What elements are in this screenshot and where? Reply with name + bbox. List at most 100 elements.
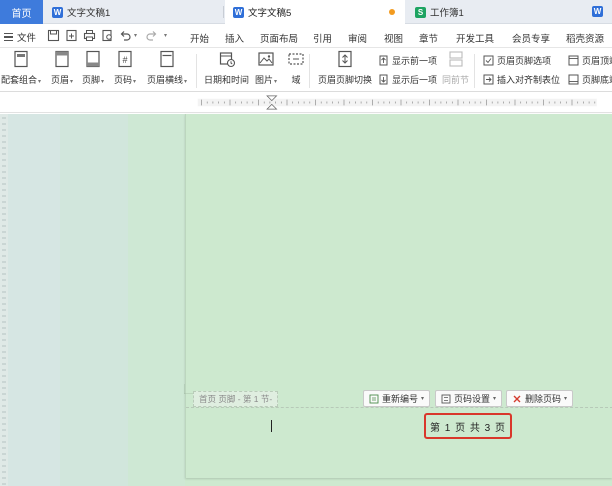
footer-bottom-margin-icon: [568, 74, 579, 85]
menu-member-exclusive[interactable]: 会员专享: [512, 31, 550, 45]
tab-home-label: 首页: [11, 8, 32, 20]
print-preview-icon[interactable]: [101, 29, 114, 42]
footer-section-tag: 首页 页脚 - 第 1 节-: [193, 391, 279, 407]
file-menu-label: 文件: [17, 33, 37, 44]
field-icon: [288, 53, 304, 65]
menu-icon: [4, 33, 13, 41]
unsaved-dot-icon: [389, 9, 395, 15]
menu-docer-resources[interactable]: 稻壳资源: [566, 31, 604, 45]
header-footer-options-button[interactable]: 页眉页脚选项: [483, 54, 551, 67]
writer-icon: W: [592, 6, 603, 17]
picture-button[interactable]: 图片▾: [255, 50, 277, 86]
tab-bar: 首页 W 文字文稿1 W 文字文稿5 S 工作簿1 W: [0, 0, 612, 24]
renumber-label: 重新编号: [382, 394, 419, 404]
customize-toolbar-icon[interactable]: ▾: [164, 32, 177, 45]
delete-page-number-button[interactable]: 删除页码 ▾: [506, 390, 574, 407]
show-previous-icon: [379, 55, 388, 66]
spreadsheet-icon: S: [415, 6, 426, 18]
header-footer-options-icon: [483, 55, 494, 66]
horizontal-ruler[interactable]: [0, 93, 612, 113]
export-pdf-icon[interactable]: [65, 29, 78, 42]
print-icon[interactable]: [83, 29, 96, 42]
header-icon: [55, 50, 69, 68]
header-top-margin-label: 页眉顶端: [582, 56, 612, 66]
same-as-previous-label: 同前节: [442, 75, 470, 85]
menu-references[interactable]: 引用: [313, 31, 332, 45]
combo-template-icon: [14, 50, 28, 68]
footer-button[interactable]: 页脚▾: [82, 50, 104, 86]
field-button[interactable]: 域: [287, 50, 305, 86]
tab-document-5-label: 文字文稿5: [248, 8, 292, 19]
file-menu[interactable]: 文件: [4, 30, 36, 44]
link-to-previous-icon: [448, 51, 463, 67]
insert-align-tab-label: 插入对齐制表位: [497, 75, 561, 85]
footer-section-tag-label: 首页 页脚 - 第 1 节-: [199, 394, 273, 404]
switch-header-footer-icon: [338, 50, 352, 68]
header-button[interactable]: 页眉▾: [51, 50, 73, 86]
header-top-margin-icon: [568, 55, 579, 66]
picture-label: 图片: [255, 75, 274, 85]
date-time-button[interactable]: 日期和时间: [204, 50, 249, 86]
writer-icon: W: [52, 6, 63, 18]
menu-insert[interactable]: 插入: [225, 31, 244, 45]
group-combo-label: 配套组合: [1, 75, 38, 85]
tab-document-1[interactable]: W 文字文稿1: [44, 0, 224, 24]
page-number-button[interactable]: # 页码▾: [114, 50, 136, 86]
show-next-label: 显示后一项: [392, 75, 438, 85]
page-number-settings-button[interactable]: 页码设置 ▾: [435, 390, 503, 407]
ribbon-separator: [474, 54, 475, 88]
tab-workbook-1-label: 工作簿1: [430, 8, 464, 19]
menu-review[interactable]: 审阅: [348, 31, 367, 45]
picture-icon: [258, 52, 274, 66]
undo-icon[interactable]: [119, 29, 132, 42]
save-icon[interactable]: [47, 29, 60, 42]
document-page[interactable]: 首页 页脚 - 第 1 节- 重新编号 ▾ 页码设置 ▾ 删除页码 ▾ 第 1 …: [184, 114, 612, 478]
header-top-margin-field[interactable]: 页眉顶端: [568, 54, 612, 67]
footer-boundary-line: [186, 407, 612, 408]
header-line-icon: [160, 50, 174, 68]
header-line-label: 页眉横线: [147, 75, 184, 85]
renumber-button[interactable]: 重新编号 ▾: [363, 390, 431, 407]
text-cursor: [271, 420, 272, 432]
menu-view[interactable]: 视图: [384, 31, 403, 45]
tab-document-5[interactable]: W 文字文稿5: [225, 0, 405, 24]
header-footer-options-label: 页眉页脚选项: [497, 56, 552, 66]
next-tab-partial[interactable]: W: [592, 4, 612, 20]
insert-align-tab-button[interactable]: 插入对齐制表位: [483, 73, 560, 86]
show-next-button[interactable]: 显示后一项: [378, 73, 437, 86]
vertical-ruler[interactable]: [0, 114, 8, 486]
svg-text:#: #: [123, 55, 128, 65]
delete-page-number-label: 删除页码: [525, 394, 562, 404]
tab-separator: [223, 6, 224, 18]
delete-x-icon: [513, 395, 521, 402]
footer-icon: [86, 50, 100, 68]
document-workspace: 首页 页脚 - 第 1 节- 重新编号 ▾ 页码设置 ▾ 删除页码 ▾ 第 1 …: [0, 114, 612, 486]
menu-home[interactable]: 开始: [190, 31, 209, 45]
show-previous-label: 显示前一项: [392, 56, 438, 66]
footer-label: 页脚: [82, 75, 101, 85]
tab-workbook-1[interactable]: S 工作簿1: [407, 0, 587, 24]
menu-page-layout[interactable]: 页面布局: [260, 31, 298, 45]
menu-developer-tools[interactable]: 开发工具: [456, 31, 494, 45]
renumber-icon: [369, 394, 379, 403]
page-number-label: 页码: [114, 75, 133, 85]
switch-header-footer-button[interactable]: 页眉页脚切换: [318, 50, 372, 86]
group-combo-button[interactable]: 配套组合▾: [1, 50, 41, 86]
tab-home[interactable]: 首页: [0, 0, 43, 24]
date-time-label: 日期和时间: [204, 75, 250, 85]
redo-icon[interactable]: [145, 29, 158, 42]
menu-section[interactable]: 章节: [419, 31, 438, 45]
header-label: 页眉: [51, 75, 70, 85]
writer-icon: W: [233, 6, 244, 18]
page-number-field[interactable]: 第 1 页 共 3 页: [424, 413, 512, 439]
menu-bar: 文件 ▾ ▾ 开始 插入 页面布局 引用 审阅 视图 章节 开发工具 会员专享 …: [0, 24, 612, 48]
footer-bottom-margin-field[interactable]: 页脚底端: [568, 73, 612, 86]
show-next-icon: [379, 74, 388, 85]
page-number-text: 第 1 页 共 3 页: [429, 422, 506, 434]
show-previous-button[interactable]: 显示前一项: [378, 54, 437, 67]
header-line-button[interactable]: 页眉横线▾: [147, 50, 187, 86]
page-number-settings-icon: [441, 394, 451, 403]
page-number-icon: #: [118, 50, 132, 68]
tab-document-1-label: 文字文稿1: [67, 8, 111, 19]
ribbon-header-footer: 配套组合▾ 页眉▾ 页脚▾ # 页码▾ 页眉横线▾ 日期和时间 图片▾ 域 页眉…: [0, 48, 612, 92]
